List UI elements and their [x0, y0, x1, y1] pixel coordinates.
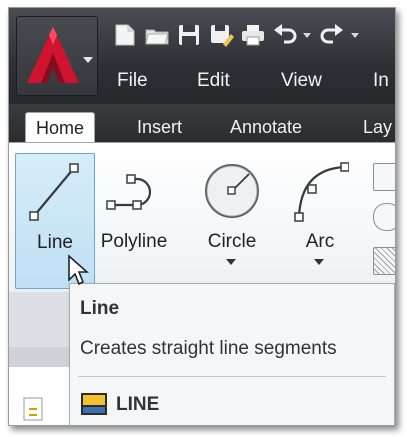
screenshot-stage: File Edit View In Home Insert Annotate L… — [0, 0, 407, 437]
line-tooltip: Line Creates straight line segments LINE — [69, 283, 395, 425]
ucs-icon — [23, 397, 43, 421]
arc-tool-button[interactable]: Arc — [281, 153, 359, 287]
tooltip-description: Creates straight line segments — [80, 338, 337, 359]
arc-icon — [294, 162, 349, 222]
line-tool-label: Line — [37, 232, 73, 253]
application-menu-button[interactable] — [16, 16, 98, 96]
new-file-icon[interactable] — [112, 22, 138, 48]
tab-layout[interactable]: Lay — [363, 112, 392, 142]
tooltip-command-name: LINE — [116, 394, 160, 415]
save-as-icon[interactable] — [208, 22, 234, 48]
menu-insert[interactable]: In — [373, 70, 389, 92]
circle-icon — [205, 164, 259, 218]
autocad-logo-icon — [27, 27, 79, 83]
polyline-icon — [106, 174, 152, 210]
undo-icon[interactable] — [272, 22, 298, 48]
polyline-tool-label: Polyline — [100, 231, 168, 252]
arc-tool-label: Arc — [305, 231, 335, 252]
tab-home[interactable]: Home — [25, 112, 96, 143]
print-icon[interactable] — [240, 22, 266, 48]
tab-insert[interactable]: Insert — [137, 112, 182, 142]
rectangle-icon[interactable] — [373, 163, 395, 191]
chevron-down-icon[interactable] — [349, 22, 361, 48]
circle-tool-label: Circle — [207, 231, 257, 252]
command-line-icon — [81, 393, 107, 415]
menu-view[interactable]: View — [281, 70, 322, 92]
mouse-pointer-icon — [68, 254, 89, 286]
autocad-window: File Edit View In Home Insert Annotate L… — [8, 7, 396, 426]
redo-icon[interactable] — [319, 22, 345, 48]
hatch-icon[interactable] — [373, 247, 395, 275]
menu-edit[interactable]: Edit — [197, 70, 230, 92]
tooltip-divider — [78, 376, 386, 377]
tab-annotate[interactable]: Annotate — [230, 112, 302, 142]
chevron-down-icon[interactable] — [314, 259, 324, 267]
ellipse-icon[interactable] — [373, 203, 395, 231]
chevron-down-icon[interactable] — [226, 259, 236, 267]
circle-tool-button[interactable]: Circle — [193, 153, 271, 287]
panel-title-strip — [9, 347, 69, 367]
tooltip-title: Line — [80, 298, 120, 319]
menu-file[interactable]: File — [117, 70, 148, 92]
title-bar: File Edit View In — [9, 8, 395, 104]
polyline-tool-button[interactable]: Polyline — [95, 153, 173, 287]
chevron-down-icon — [83, 57, 93, 63]
open-folder-icon[interactable] — [144, 22, 170, 48]
chevron-down-icon[interactable] — [301, 22, 313, 48]
save-icon[interactable] — [176, 22, 202, 48]
line-icon — [29, 163, 79, 221]
ribbon-tab-bar: Home Insert Annotate Lay — [9, 104, 395, 143]
